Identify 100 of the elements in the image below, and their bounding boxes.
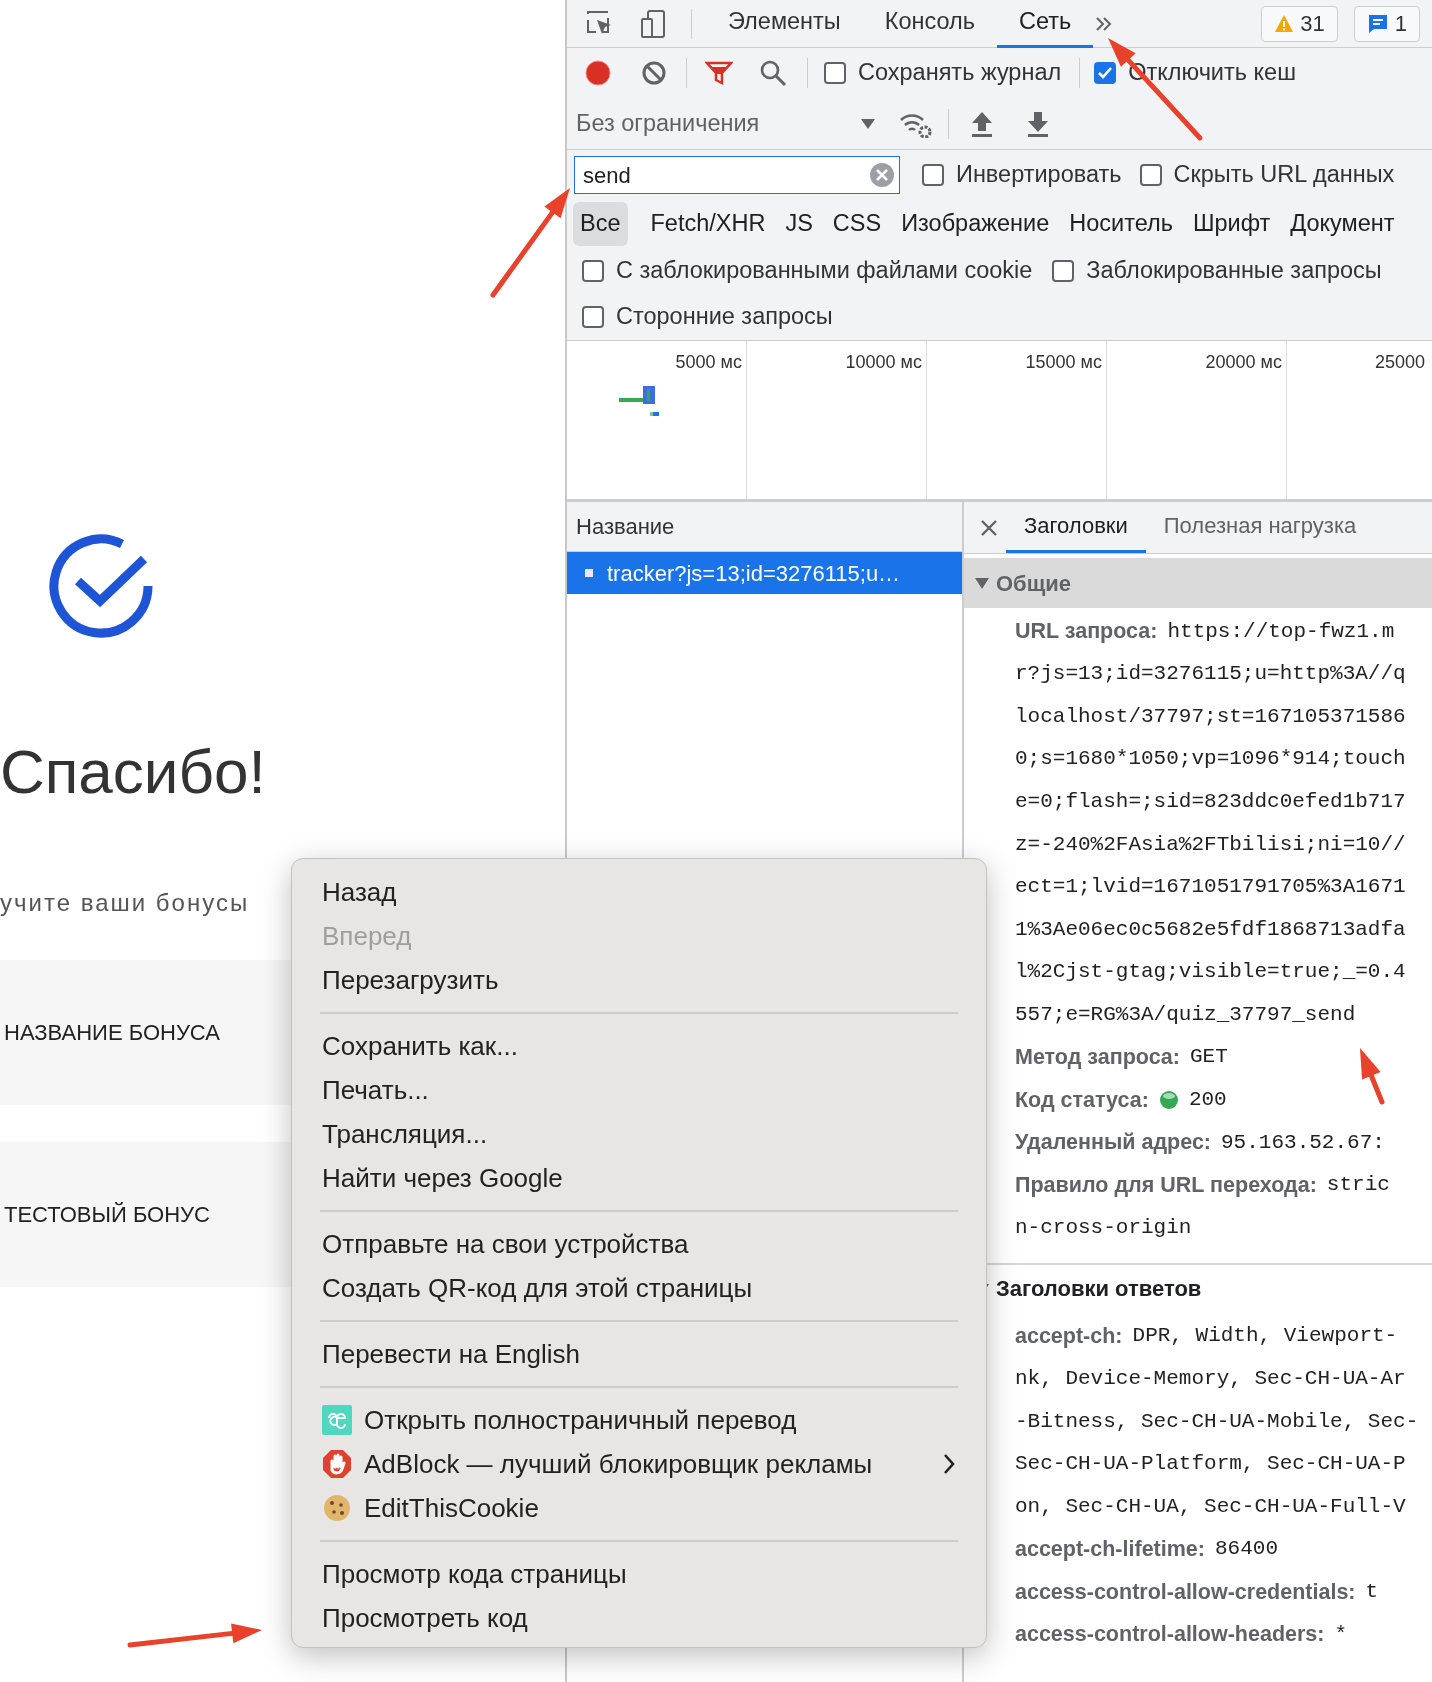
menu-item[interactable]: Перевести на English — [292, 1332, 986, 1376]
menu-item[interactable]: EditThisCookie — [292, 1486, 986, 1530]
clear-field-icon[interactable] — [869, 162, 895, 188]
header-value: localhost/37797;st=167105371586 — [1015, 703, 1406, 730]
header-name: accept-ch-lifetime: — [1015, 1536, 1205, 1564]
warnings-badge[interactable]: 31 — [1261, 5, 1338, 42]
header-value: GET — [1189, 1044, 1228, 1071]
header-value: 200 — [1188, 1087, 1227, 1114]
header-value: 1%3Ae06ec0c5682e5fdf1868713adfa — [1015, 916, 1406, 943]
header-value: e=0;flash=;sid=823ddc0efed1b717 — [1015, 788, 1406, 815]
header-value: r?js=13;id=3276115;u=http%3A//q — [1015, 661, 1406, 688]
header-value: Sec-CH-UA-Platform, Sec-CH-UA-P — [1015, 1451, 1406, 1478]
checkbox[interactable] — [1139, 164, 1162, 186]
header-value: https://top-fwz1.m — [1167, 618, 1395, 645]
heading: Спасибо! — [0, 736, 266, 808]
header-name: Правило для URL перехода: — [1015, 1171, 1317, 1199]
request-name: tracker?js=13;id=3276115;u… — [607, 559, 901, 588]
type-filter-chip[interactable]: Документ — [1283, 202, 1402, 246]
checkbox-label: С заблокированными файлами cookie — [616, 256, 1033, 286]
checkbox[interactable] — [1094, 62, 1117, 84]
cookie-icon — [322, 1493, 352, 1523]
header-value: 0;s=1680*1050;vp=1096*914;touch — [1015, 746, 1406, 773]
type-filter-chip[interactable]: Изображение — [894, 202, 1057, 246]
header-value: z=-240%2FAsia%2FTbilisi;ni=10// — [1015, 831, 1406, 858]
header-value: DPR, Width, Viewport- — [1132, 1323, 1398, 1350]
header-value: -Bitness, Sec-CH-UA-Mobile, Sec- — [1015, 1408, 1419, 1435]
annotation-arrow — [1360, 1048, 1385, 1105]
menu-item[interactable]: Назад — [292, 870, 986, 914]
request-row[interactable]: tracker?js=13;id=3276115;u… — [567, 552, 962, 594]
record-button[interactable] — [584, 59, 612, 87]
type-filter-chip[interactable]: Все — [573, 202, 628, 246]
checkbox-label: Сохранять журнал — [858, 58, 1062, 88]
caret-icon — [860, 117, 876, 130]
header-value: l%2Cjst-gtag;visible=true;_=0.4 — [1015, 959, 1406, 986]
warnings-count: 31 — [1300, 10, 1325, 38]
header-value: on, Sec-CH-UA, Sec-CH-UA-Full-V — [1015, 1493, 1406, 1520]
header-value: t — [1365, 1579, 1379, 1605]
status-dot-icon — [1158, 1089, 1179, 1110]
panel-tab[interactable]: Консоль — [862, 0, 997, 48]
checkbox[interactable] — [824, 62, 846, 84]
header-value: 95.163.52.67: — [1221, 1129, 1385, 1156]
checkbox[interactable] — [582, 306, 604, 328]
message-icon — [1366, 12, 1389, 35]
timeline-tick-label: 20000 мс — [1205, 352, 1282, 372]
throttling-dropdown[interactable]: Без ограничения — [576, 105, 876, 142]
translate-icon — [322, 1405, 352, 1435]
type-filter-chip[interactable]: Шрифт — [1185, 202, 1278, 246]
type-filter-chip[interactable]: Fetch/XHR — [643, 202, 773, 246]
menu-item[interactable]: AdBlock — лучший блокировщик рекламы — [292, 1442, 986, 1486]
checkbox-label: Сторонние запросы — [616, 302, 833, 332]
header-name: Метод запроса: — [1015, 1044, 1180, 1072]
timeline-tick-label: 15000 мс — [1025, 352, 1102, 372]
messages-badge[interactable]: 1 — [1353, 5, 1420, 42]
header-name: Удаленный адрес: — [1015, 1129, 1211, 1157]
checkmark-circle-icon — [48, 533, 154, 639]
checkbox-label: Скрыть URL данных — [1173, 160, 1395, 190]
filter-field[interactable]: send — [574, 156, 900, 194]
check-icon — [1097, 65, 1114, 81]
checkbox[interactable] — [922, 164, 944, 186]
hand-stop-icon — [322, 1449, 352, 1479]
section-title: Общие — [996, 569, 1072, 598]
warning-icon — [1274, 13, 1295, 34]
column-header[interactable]: Название — [567, 502, 962, 552]
menu-item[interactable]: Просмотр кода страницы — [292, 1552, 986, 1596]
bonus-title: НАЗВАНИЕ БОНУСА — [4, 1019, 220, 1047]
filter-input[interactable]: send — [581, 157, 869, 193]
header-value: 557;e=RG%3A/quiz_37797_send — [1015, 1001, 1356, 1028]
search-icon[interactable] — [759, 59, 787, 87]
type-filter-chip[interactable]: Носитель — [1062, 202, 1180, 246]
section-title: Заголовки ответов — [996, 1275, 1202, 1304]
timeline-tick-label: 10000 мс — [845, 352, 922, 372]
subtitle: учите ваши бонусы — [0, 888, 250, 918]
download-icon[interactable] — [1025, 109, 1051, 138]
header-name: access-control-allow-credentials: — [1015, 1578, 1356, 1606]
details-tab[interactable]: Заголовки — [1006, 502, 1146, 553]
menu-item[interactable]: Открыть полностраничный перевод — [292, 1398, 986, 1442]
checkbox[interactable] — [582, 260, 604, 282]
header-value: ect=1;lvid=1671051791705%3A1671 — [1015, 874, 1406, 901]
type-filter-chip[interactable]: CSS — [825, 202, 889, 246]
timeline-tick-label: 25000 — [1375, 352, 1426, 372]
expanded-triangle-icon[interactable] — [974, 575, 990, 591]
filter-icon[interactable] — [705, 59, 733, 87]
header-value: nk, Device-Memory, Sec-CH-UA-Ar — [1015, 1366, 1406, 1393]
header-name: accept-ch: — [1015, 1323, 1123, 1351]
header-name: access-control-allow-headers: — [1015, 1621, 1325, 1649]
header-value: n-cross-origin — [1015, 1214, 1192, 1241]
panel-tab[interactable]: Сеть — [997, 0, 1094, 48]
details-tab[interactable]: Полезная нагрузка — [1145, 502, 1375, 553]
chevron-right-icon — [942, 1453, 956, 1475]
checkbox-label: Заблокированные запросы — [1086, 256, 1382, 286]
section-header[interactable]: Общие — [964, 558, 1432, 608]
header-value: stric — [1326, 1172, 1390, 1199]
checkbox[interactable] — [1052, 260, 1075, 282]
type-filter-chip[interactable]: JS — [778, 202, 820, 246]
menu-item[interactable]: Просмотреть код — [292, 1596, 986, 1640]
clear-icon[interactable] — [640, 59, 668, 87]
menu-item-label: EditThisCookie — [364, 1491, 539, 1525]
panel-tab[interactable]: Элементы — [706, 0, 863, 48]
timeline-tick-label: 5000 мс — [675, 352, 742, 372]
header-value: 86400 — [1214, 1536, 1278, 1563]
